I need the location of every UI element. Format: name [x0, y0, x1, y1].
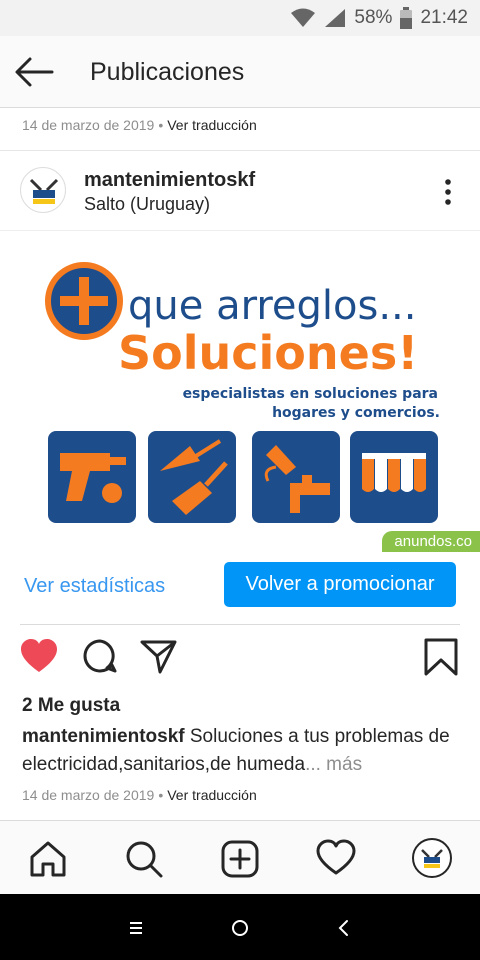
- plug-faucet-tile-icon: [252, 431, 340, 523]
- comment-icon: [83, 639, 117, 673]
- share-icon: [140, 640, 177, 674]
- nav-activity[interactable]: [316, 839, 356, 879]
- drill-tile-icon: [48, 431, 136, 523]
- more-options-icon: [445, 179, 451, 205]
- home-icon: [30, 841, 66, 877]
- meta-separator: •: [158, 117, 164, 133]
- profile-avatar-icon: [416, 842, 448, 874]
- avatar[interactable]: [20, 167, 66, 213]
- circle-home-icon: [232, 920, 248, 936]
- chevron-left-icon: [338, 920, 348, 936]
- post-username[interactable]: mantenimientoskf: [84, 169, 255, 192]
- post-actions: [0, 638, 480, 682]
- nav-home[interactable]: [28, 839, 68, 879]
- promote-again-button[interactable]: Volver a promocionar: [224, 562, 456, 607]
- back-button[interactable]: [14, 54, 58, 90]
- caption-username[interactable]: mantenimientoskf: [22, 726, 185, 747]
- back-arrow-icon: [15, 57, 54, 87]
- clock: 21:42: [420, 7, 468, 28]
- nav-search[interactable]: [124, 839, 164, 879]
- post-graphic: que arreglos... Soluciones! especialista…: [45, 262, 440, 523]
- comment-button[interactable]: [82, 638, 122, 678]
- tools-logo-icon: [24, 171, 64, 211]
- battery-icon: [400, 7, 413, 29]
- app-header: Publicaciones: [0, 36, 480, 108]
- recents-button[interactable]: [124, 916, 148, 940]
- brush-trowel-tile-icon: [148, 431, 236, 523]
- nav-profile[interactable]: [412, 838, 452, 878]
- post-date: 14 de marzo de 2019: [22, 787, 155, 803]
- add-icon: [221, 840, 259, 878]
- divider: [20, 624, 460, 625]
- meta-separator: •: [158, 787, 164, 803]
- heart-icon: [21, 639, 57, 672]
- status-bar: 58% 21:42: [0, 0, 480, 36]
- back-system-button[interactable]: [332, 916, 356, 940]
- previous-translate-link[interactable]: Ver traducción: [167, 117, 257, 133]
- image-tagline2: hogares y comercios.: [272, 405, 440, 421]
- translate-link[interactable]: Ver traducción: [167, 787, 257, 803]
- caption-ellipsis: ...: [305, 754, 321, 775]
- recents-icon: [130, 922, 142, 934]
- activity-icon: [316, 839, 356, 875]
- previous-post-date: 14 de marzo de 2019: [22, 117, 155, 133]
- post-location[interactable]: Salto (Uruguay): [84, 194, 210, 215]
- post-image[interactable]: que arreglos... Soluciones! especialista…: [0, 230, 480, 552]
- previous-post-meta: 14 de marzo de 2019 • Ver traducción: [22, 117, 257, 133]
- post-meta: 14 de marzo de 2019 • Ver traducción: [22, 787, 257, 803]
- share-button[interactable]: [140, 638, 180, 678]
- bottom-navigation: [0, 820, 480, 894]
- image-line1: que arreglos...: [128, 283, 416, 329]
- home-system-button[interactable]: [228, 916, 252, 940]
- nav-new-post[interactable]: [220, 839, 260, 879]
- view-insights-link[interactable]: Ver estadísticas: [24, 575, 165, 598]
- status-indicators: 58% 21:42: [290, 0, 468, 36]
- bookmark-icon: [424, 638, 458, 676]
- battery-percent: 58%: [354, 7, 393, 28]
- more-options-button[interactable]: [444, 179, 452, 205]
- post-header: mantenimientoskf Salto (Uruguay): [0, 150, 480, 230]
- wifi-icon: [291, 8, 316, 27]
- like-button[interactable]: [20, 638, 60, 678]
- likes-count[interactable]: 2 Me gusta: [22, 695, 120, 717]
- post-caption: mantenimientoskf Soluciones a tus proble…: [22, 723, 462, 779]
- image-tagline1: especialistas en soluciones para: [183, 386, 438, 402]
- promotion-row: Ver estadísticas Volver a promocionar: [0, 560, 480, 618]
- image-line2: Soluciones!: [118, 326, 418, 380]
- page-title: Publicaciones: [90, 58, 245, 86]
- system-navigation-bar: [0, 894, 480, 960]
- caption-more-link[interactable]: más: [321, 754, 362, 775]
- signal-icon: [325, 9, 346, 27]
- search-icon: [126, 841, 163, 878]
- watermark: anundos.co: [382, 531, 480, 552]
- save-button[interactable]: [424, 638, 464, 678]
- awning-tile-icon: [350, 431, 438, 523]
